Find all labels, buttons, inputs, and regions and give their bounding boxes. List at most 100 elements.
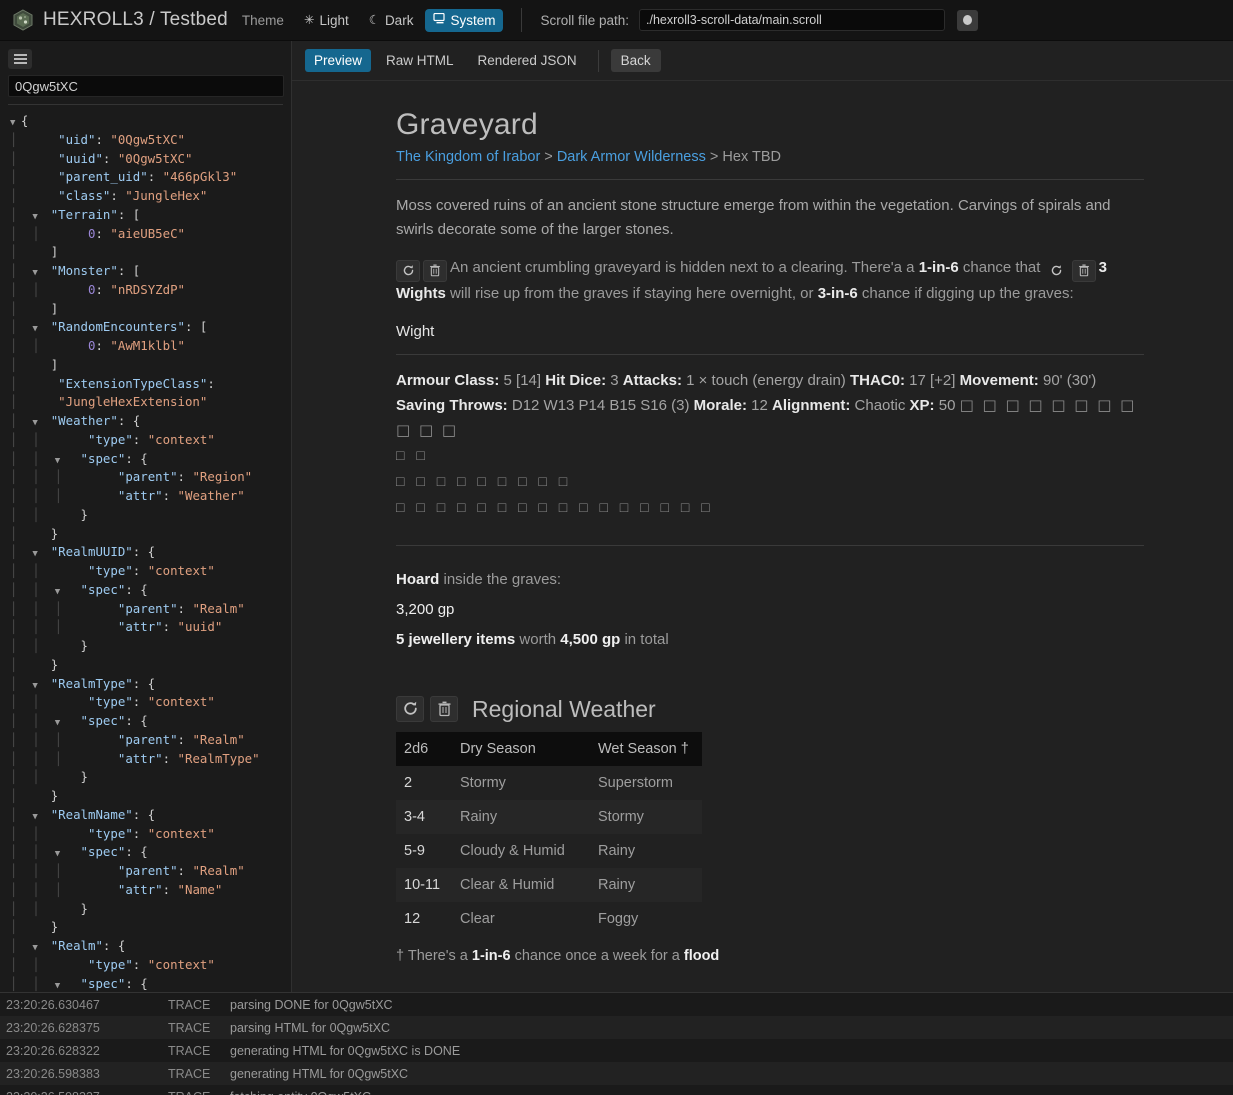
json-tree-row[interactable]: │ │ "type": "context" (10, 956, 291, 975)
tab-preview[interactable]: Preview (305, 49, 372, 72)
log-timestamp: 23:20:26.630467 (6, 997, 100, 1012)
log-level: TRACE (168, 1020, 211, 1035)
refresh-icon[interactable] (1045, 260, 1069, 282)
json-tree-row[interactable]: │ ▼ "RealmType": { (10, 675, 291, 694)
json-tree-row[interactable]: │ │ } (10, 768, 291, 787)
log-row[interactable]: 23:20:26.628322 TRACE generating HTML for … (0, 1039, 1233, 1062)
json-tree-row[interactable]: │ │ │ "parent": "Realm" (10, 731, 291, 750)
hexroll-logo-icon (12, 9, 34, 31)
json-tree-row[interactable]: │ │ │ "attr": "Weather" (10, 487, 291, 506)
tab-rendered-json[interactable]: Rendered JSON (469, 49, 586, 72)
json-tree-row[interactable]: │ ▼ "RealmUUID": { (10, 543, 291, 562)
theme-dark-button[interactable]: ☾ Dark (361, 9, 422, 32)
hp-checkbox-group-overflow[interactable]: □ □ (396, 443, 1144, 467)
movement-label: Movement: (959, 371, 1039, 389)
back-button[interactable]: Back (610, 49, 661, 72)
log-timestamp: 23:20:26.598383 (6, 1066, 100, 1081)
log-panel[interactable]: 23:20:26.630467 TRACE parsing DONE for 0Qg… (0, 992, 1233, 1095)
weather-cell: Clear (460, 910, 495, 927)
json-tree-row[interactable]: │ │ ▼ "spec": { (10, 581, 291, 600)
theme-light-button[interactable]: ✳ Light (296, 9, 357, 32)
json-tree-row[interactable]: │ ▼ "Terrain": [ (10, 206, 291, 225)
hd-value: 3 (610, 371, 619, 389)
log-level: TRACE (168, 1066, 211, 1081)
json-tree-row[interactable]: │ ▼ "Monster": [ (10, 262, 291, 281)
statblock-divider (396, 353, 1144, 355)
json-tree-row[interactable]: │ │ │ "parent": "Region" (10, 468, 291, 487)
refresh-icon[interactable] (396, 259, 420, 282)
json-tree-row[interactable]: │ "uuid": "0Qgw5tXC" (10, 150, 291, 169)
checkbox-row[interactable]: □ □ □ □ □ □ □ □ □ (396, 469, 1144, 493)
json-tree-row[interactable]: │ ] (10, 356, 291, 375)
trash-icon[interactable] (430, 695, 458, 722)
hex-description: Moss covered ruins of an ancient stone s… (396, 197, 1111, 238)
scroll-path-input[interactable] (639, 9, 946, 31)
json-tree-row[interactable]: │ │ } (10, 506, 291, 525)
json-tree-row[interactable]: │ ▼ "RealmName": { (10, 806, 291, 825)
json-tree-row[interactable]: │ │ ▼ "spec": { (10, 712, 291, 731)
log-row[interactable]: 23:20:26.598383 TRACE generating HTML for … (0, 1062, 1233, 1085)
breadcrumb-link-realm[interactable]: The Kingdom of Irabor (396, 149, 540, 165)
json-tree-row[interactable]: │ │ │ "attr": "Name" (10, 881, 291, 900)
tab-raw-html[interactable]: Raw HTML (377, 49, 463, 72)
json-tree-row[interactable]: │ "JungleHexExtension" (10, 393, 291, 412)
trash-icon[interactable] (1071, 259, 1096, 282)
log-row[interactable]: 23:20:26.630467 TRACE parsing DONE for 0Qg… (0, 993, 1233, 1016)
hoard-items: 5 jewellery items worth 4,500 gp in tota… (396, 628, 1144, 652)
json-tree-row[interactable]: │ │ "type": "context" (10, 431, 291, 450)
breadcrumb-link-region[interactable]: Dark Armor Wilderness (557, 149, 706, 165)
graveyard-text-1: An ancient crumbling graveyard is hidden… (450, 259, 919, 276)
json-tree-row[interactable]: │ ▼ "RandomEncounters": [ (10, 318, 291, 337)
chevron-down-icon: ▼ (32, 324, 44, 335)
refresh-icon[interactable] (396, 695, 424, 722)
json-tree-row[interactable]: │ } (10, 787, 291, 806)
json-tree-row[interactable]: │ │ ▼ "spec": { (10, 975, 291, 993)
json-tree-row[interactable]: │ │ 0: "aieUB5eC" (10, 225, 291, 244)
json-tree-row[interactable]: │ │ } (10, 900, 291, 919)
alignment-value: Chaotic (854, 396, 906, 414)
json-tree-row[interactable]: │ │ "type": "context" (10, 825, 291, 844)
json-tree-row[interactable]: │ "uid": "0Qgw5tXC" (10, 131, 291, 150)
json-tree-row[interactable]: │ │ 0: "AwM1klbl" (10, 337, 291, 356)
breadcrumb: The Kingdom of Irabor > Dark Armor Wilde… (396, 145, 1144, 169)
json-tree-row[interactable]: │ ] (10, 300, 291, 319)
trash-icon[interactable] (423, 259, 447, 282)
json-tree[interactable]: ▼ {│ "uid": "0Qgw5tXC" │ "uuid": "0Qgw5tX… (0, 112, 291, 992)
breadcrumb-current: Hex TBD (722, 149, 781, 165)
document: Graveyard The Kingdom of Irabor > Dark A… (396, 110, 1144, 968)
json-tree-row[interactable]: │ } (10, 656, 291, 675)
json-tree-row[interactable]: │ │ } (10, 637, 291, 656)
weather-cell: Stormy (598, 808, 644, 825)
chevron-down-icon: ▼ (54, 455, 66, 466)
json-tree-row[interactable]: │ │ "type": "context" (10, 562, 291, 581)
chevron-down-icon: ▼ (54, 586, 66, 597)
document-scroll-area[interactable]: Graveyard The Kingdom of Irabor > Dark A… (292, 81, 1233, 992)
json-tree-row[interactable]: │ │ "type": "context" (10, 693, 291, 712)
theme-system-button[interactable]: System (425, 8, 504, 32)
json-tree-row[interactable]: │ │ │ "parent": "Realm" (10, 862, 291, 881)
top-bar: HEXROLL3 / Testbed Theme ✳ Light ☾ Dark … (0, 0, 1233, 41)
json-tree-row[interactable]: │ │ ▼ "spec": { (10, 450, 291, 469)
json-tree-row[interactable]: │ } (10, 525, 291, 544)
json-tree-row[interactable]: │ ] (10, 243, 291, 262)
json-tree-row[interactable]: │ } (10, 918, 291, 937)
json-tree-row[interactable]: │ ▼ "Weather": { (10, 412, 291, 431)
json-tree-row[interactable]: │ "parent_uid": "466pGkl3" (10, 168, 291, 187)
record-button[interactable] (957, 9, 979, 31)
checkbox-row[interactable]: □ □ □ □ □ □ □ □ □ □ □ □ □ □ □ □ (396, 495, 1144, 519)
json-tree-row[interactable]: ▼ { (10, 112, 291, 131)
json-tree-row[interactable]: │ "ExtensionTypeClass": (10, 375, 291, 394)
json-tree-row[interactable]: │ ▼ "Realm": { (10, 937, 291, 956)
json-tree-row[interactable]: │ │ │ "attr": "uuid" (10, 618, 291, 637)
json-tree-row[interactable]: │ │ ▼ "spec": { (10, 843, 291, 862)
uid-search-input[interactable] (8, 75, 284, 97)
json-tree-row[interactable]: │ │ │ "parent": "Realm" (10, 600, 291, 619)
log-level: TRACE (168, 997, 211, 1012)
json-tree-row[interactable]: │ "class": "JungleHex" (10, 187, 291, 206)
hamburger-menu-icon[interactable] (8, 49, 32, 69)
json-tree-row[interactable]: │ │ 0: "nRDSYZdP" (10, 281, 291, 300)
json-tree-row[interactable]: │ │ │ "attr": "RealmType" (10, 750, 291, 769)
log-row[interactable]: 23:20:26.628375 TRACE parsing HTML for 0Qg… (0, 1016, 1233, 1039)
footnote-event: flood (683, 947, 720, 964)
log-row[interactable]: 23:20:26.598337TRACEfetching entity 0Qgw… (0, 1085, 1233, 1095)
